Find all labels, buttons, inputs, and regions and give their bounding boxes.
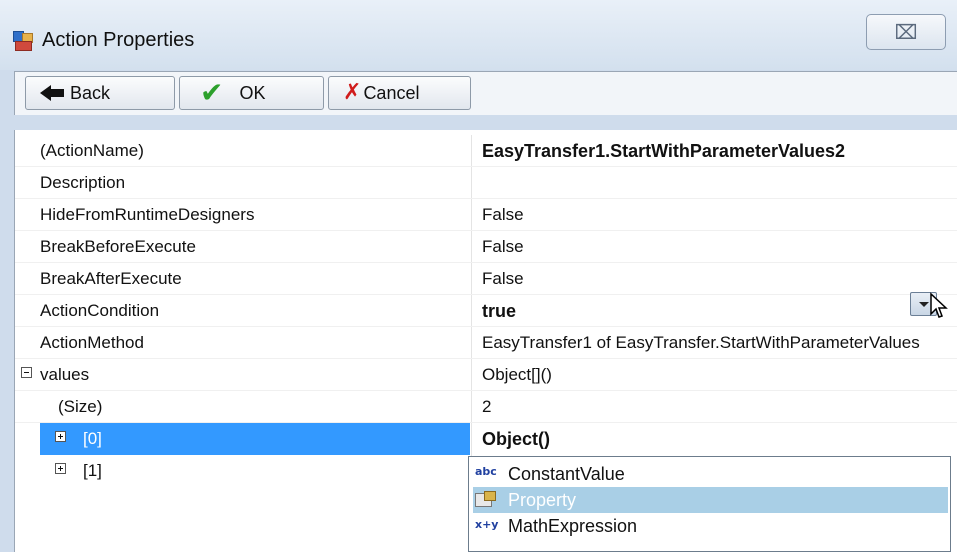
- property-value[interactable]: 2: [471, 391, 957, 423]
- dropdown-item-label: Property: [508, 490, 577, 510]
- action-properties-window: Action Properties ⌧ Back ✔ OK ✗ Cancel (…: [0, 0, 957, 552]
- property-row-values[interactable]: values Object[](): [15, 359, 957, 391]
- property-row-size[interactable]: (Size) 2: [15, 391, 957, 423]
- cancel-button-label: Cancel: [363, 82, 420, 103]
- property-value[interactable]: EasyTransfer1 of EasyTransfer.StartWithP…: [471, 327, 957, 359]
- window-title: Action Properties: [42, 29, 195, 51]
- property-value[interactable]: Object(): [471, 423, 957, 455]
- ok-button-label: OK: [239, 82, 266, 103]
- property-name: BreakAfterExecute: [40, 269, 182, 288]
- property-value[interactable]: False: [471, 199, 957, 231]
- property-name: Description: [40, 173, 126, 192]
- collapse-icon[interactable]: [21, 367, 32, 378]
- close-icon: ⌧: [894, 20, 918, 44]
- back-button-label: Back: [70, 82, 111, 103]
- property-name: [0]: [83, 429, 102, 448]
- toolbar: Back ✔ OK ✗ Cancel: [14, 71, 957, 115]
- property-row-action-condition[interactable]: ActionCondition true: [15, 295, 957, 327]
- property-value[interactable]: False: [471, 231, 957, 263]
- back-button[interactable]: Back: [25, 76, 175, 110]
- dropdown-item-property[interactable]: Property: [473, 487, 948, 513]
- property-row-break-after-execute[interactable]: BreakAfterExecute False: [15, 263, 957, 295]
- property-name: ActionCondition: [40, 301, 160, 320]
- expand-icon[interactable]: [55, 431, 66, 442]
- dropdown-item-label: ConstantValue: [508, 464, 625, 484]
- cancel-button[interactable]: ✗ Cancel: [328, 76, 471, 110]
- property-name: ActionMethod: [40, 333, 144, 352]
- dropdown-item-math-expression[interactable]: x+y MathExpression: [473, 513, 948, 539]
- property-name: BreakBeforeExecute: [40, 237, 196, 256]
- property-row-item-0[interactable]: [0] Object(): [15, 423, 957, 455]
- property-row-description[interactable]: Description: [15, 167, 957, 199]
- ok-button[interactable]: ✔ OK: [179, 76, 324, 110]
- value-type-dropdown-list: abc ConstantValue Property x+y MathExpre…: [468, 456, 951, 552]
- property-row-hide-from-runtime-designers[interactable]: HideFromRuntimeDesigners False: [15, 199, 957, 231]
- property-name: (ActionName): [40, 141, 144, 160]
- mouse-cursor-icon: [930, 292, 948, 318]
- title-bar: Action Properties ⌧: [0, 0, 957, 70]
- property-icon: [475, 491, 497, 507]
- property-name: HideFromRuntimeDesigners: [40, 205, 255, 224]
- check-icon: ✔: [200, 76, 224, 109]
- abc-icon: abc: [475, 465, 497, 478]
- dropdown-item-constant-value[interactable]: abc ConstantValue: [473, 461, 948, 487]
- app-icon: [13, 31, 33, 51]
- property-name: (Size): [58, 397, 103, 416]
- property-name: values: [40, 365, 90, 384]
- property-value[interactable]: False: [471, 263, 957, 295]
- property-value[interactable]: EasyTransfer1.StartWithParameterValues2: [471, 135, 957, 167]
- x-icon: ✗: [343, 80, 362, 105]
- back-arrow-icon: [40, 85, 64, 101]
- expand-icon[interactable]: [55, 463, 66, 474]
- property-value[interactable]: [471, 167, 957, 199]
- close-button[interactable]: ⌧: [866, 14, 946, 50]
- dropdown-item-label: MathExpression: [508, 516, 638, 536]
- property-row-action-method[interactable]: ActionMethod EasyTransfer1 of EasyTransf…: [15, 327, 957, 359]
- math-expression-icon: x+y: [475, 518, 499, 531]
- property-row-action-name[interactable]: (ActionName) EasyTransfer1.StartWithPara…: [15, 135, 957, 167]
- property-row-break-before-execute[interactable]: BreakBeforeExecute False: [15, 231, 957, 263]
- property-value[interactable]: Object[](): [471, 359, 957, 391]
- property-name: [1]: [83, 461, 102, 480]
- property-value[interactable]: true: [471, 295, 957, 327]
